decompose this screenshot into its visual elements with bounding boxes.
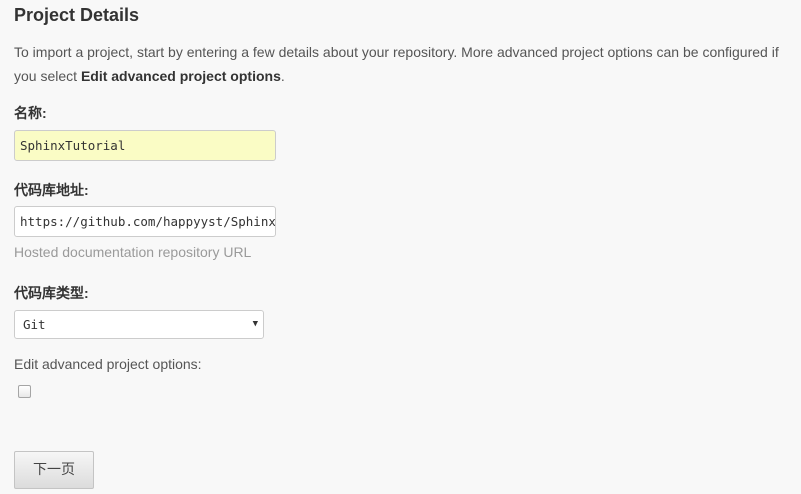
repo-url-label: 代码库地址:	[14, 182, 89, 198]
intro-text-end: .	[280, 68, 285, 84]
repo-url-help-text: Hosted documentation repository URL	[14, 244, 252, 260]
advanced-options-label: Edit advanced project options:	[14, 356, 202, 372]
intro-text: To import a project, start by entering a…	[14, 40, 789, 88]
repo-type-selected-value: Git	[23, 317, 46, 332]
repo-type-label: 代码库类型:	[14, 285, 89, 301]
name-input[interactable]: SphinxTutorial	[14, 130, 276, 161]
page-title: Project Details	[14, 5, 140, 25]
next-page-button[interactable]: 下一页	[14, 451, 94, 489]
repo-url-input[interactable]: https://github.com/happyyst/Sphinx	[14, 206, 276, 237]
repo-type-select[interactable]: Git ▼	[14, 310, 264, 339]
advanced-options-checkbox[interactable]	[18, 385, 31, 398]
intro-text-bold: Edit advanced project options	[80, 68, 281, 84]
name-label: 名称:	[14, 105, 47, 121]
triangle-down-icon: ▼	[252, 319, 258, 329]
